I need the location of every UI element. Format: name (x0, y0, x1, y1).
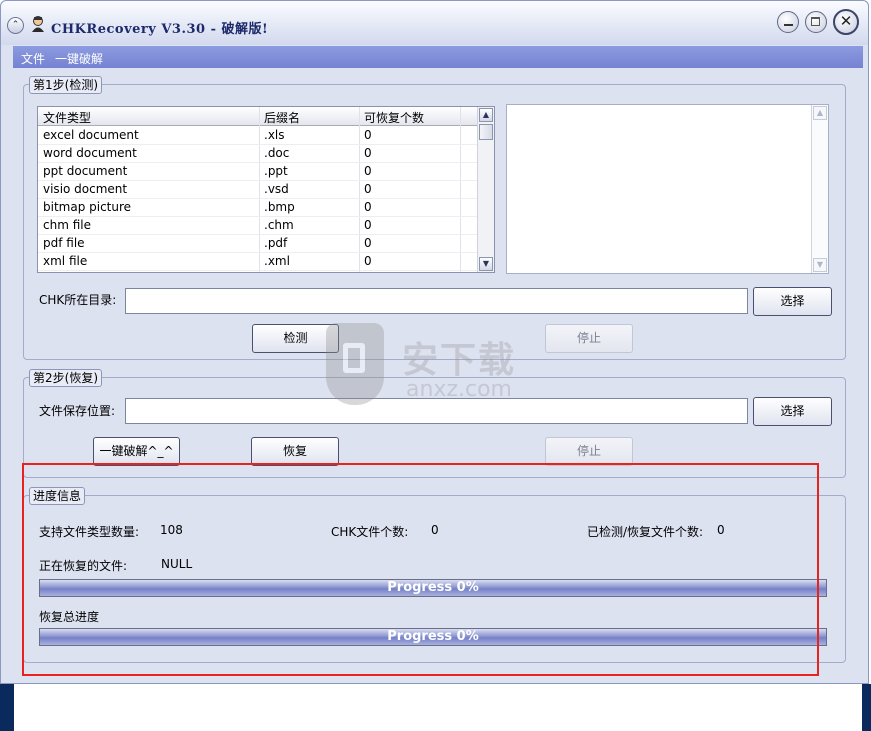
table-row[interactable]: chm file .chm 0 (38, 216, 478, 235)
cell-recoverable: 0 (364, 200, 372, 214)
table-row[interactable]: word document .doc 0 (38, 144, 478, 163)
list-scrollbar[interactable]: ▲ ▼ (477, 107, 494, 272)
cell-extension: .xml (264, 254, 290, 268)
save-location-browse-button[interactable]: 选择 (753, 397, 832, 426)
title-bar[interactable]: ⌃ CHKRecovery V3.30 - 破解版! ✕ (1, 1, 868, 45)
recover-button[interactable]: 恢复 (251, 437, 339, 466)
chk-count-label: CHK文件个数: (331, 525, 409, 539)
log-box[interactable]: ▲ ▼ (506, 104, 829, 274)
scroll-up-icon[interactable]: ▲ (479, 108, 493, 122)
cell-recoverable: 0 (364, 182, 372, 196)
background-stripe-right (862, 684, 871, 731)
cell-type: word document (43, 146, 137, 160)
watermark-shield-icon (326, 323, 384, 405)
background-stripe-left (0, 684, 14, 731)
table-row[interactable]: excel document .xls 0 (38, 126, 478, 145)
table-row[interactable]: pdf file .pdf 0 (38, 234, 478, 253)
progress-legend: 进度信息 (29, 487, 86, 505)
cell-recoverable: 0 (364, 236, 372, 250)
cell-type: ppt document (43, 164, 128, 178)
scroll-down-icon[interactable]: ▼ (479, 257, 493, 271)
app-window: ⌃ CHKRecovery V3.30 - 破解版! ✕ 文件 一键破解 第1步… (0, 0, 869, 684)
cell-extension: .bmp (264, 200, 295, 214)
detect-stop-button[interactable]: 停止 (545, 324, 633, 353)
cell-type: visio docment (43, 182, 128, 196)
minimize-button[interactable] (777, 11, 799, 33)
table-row[interactable]: xml file .xml 0 (38, 252, 478, 271)
watermark: 安下载 anxz.com (326, 323, 546, 409)
cell-type: pdf file (43, 236, 85, 250)
file-progress-bar: Progress 0% (39, 579, 827, 597)
minimize-icon (784, 24, 793, 26)
file-type-list[interactable]: 文件类型 后缀名 可恢复个数 excel document .xls 0 word d… (37, 106, 495, 273)
table-row[interactable]: visio docment .vsd 0 (38, 180, 478, 199)
cell-extension: .pdf (264, 236, 288, 250)
total-progress-label: 恢复总进度 (39, 610, 100, 624)
list-header: 文件类型 后缀名 可恢复个数 (38, 107, 478, 126)
cell-type: bitmap picture (43, 200, 132, 214)
cell-extension: .vsd (264, 182, 289, 196)
cell-type: excel document (43, 128, 139, 142)
chk-count-value: 0 (431, 523, 439, 537)
cell-type: xml file (43, 254, 88, 268)
chk-dir-label: CHK所在目录: (39, 293, 117, 307)
checked-count-label: 已检测/恢复文件个数: (587, 525, 704, 539)
watermark-subtext: anxz.com (406, 377, 512, 402)
cell-extension: .doc (264, 146, 290, 160)
watermark-text: 安下载 (402, 340, 517, 381)
app-icon (32, 16, 44, 32)
cell-extension: .chm (264, 218, 294, 232)
menu-one-click-crack[interactable]: 一键破解 (55, 50, 103, 67)
cell-recoverable: 0 (364, 218, 372, 232)
step1-legend: 第1步(检测) (29, 76, 102, 94)
one-click-crack-button[interactable]: 一键破解^_^ (93, 437, 180, 466)
total-progress-bar: Progress 0% (39, 628, 827, 646)
menu-bar: 文件 一键破解 (13, 46, 863, 68)
cell-recoverable: 0 (364, 164, 372, 178)
cell-type: chm file (43, 218, 91, 232)
cell-recoverable: 0 (364, 128, 372, 142)
close-button[interactable]: ✕ (833, 9, 859, 35)
scroll-down-icon[interactable]: ▼ (813, 258, 827, 272)
checked-count-value: 0 (717, 523, 725, 537)
cell-recoverable: 0 (364, 146, 372, 160)
close-icon: ✕ (839, 12, 853, 30)
system-menu-icon[interactable]: ⌃ (7, 17, 24, 34)
table-row[interactable]: ppt document .ppt 0 (38, 162, 478, 181)
current-file-label: 正在恢复的文件: (39, 559, 128, 573)
cell-recoverable: 0 (364, 254, 372, 268)
current-file-value: NULL (161, 557, 193, 571)
column-header-extension[interactable]: 后缀名 (264, 109, 300, 126)
supported-types-value: 108 (160, 523, 183, 537)
maximize-button[interactable] (805, 11, 827, 33)
log-scrollbar[interactable]: ▲ ▼ (811, 105, 828, 273)
cell-extension: .ppt (264, 164, 288, 178)
scroll-thumb[interactable] (479, 124, 493, 140)
step2-legend: 第2步(恢复) (29, 369, 102, 387)
table-row[interactable]: bitmap picture .bmp 0 (38, 198, 478, 217)
scroll-up-icon[interactable]: ▲ (813, 106, 827, 120)
window-title: CHKRecovery V3.30 - 破解版! (51, 22, 269, 37)
maximize-icon (811, 17, 820, 26)
recover-stop-button[interactable]: 停止 (545, 437, 633, 466)
chk-dir-input[interactable] (125, 288, 748, 314)
cell-extension: .xls (264, 128, 285, 142)
save-location-label: 文件保存位置: (39, 404, 116, 418)
menu-file[interactable]: 文件 (21, 50, 45, 67)
chk-dir-browse-button[interactable]: 选择 (753, 287, 832, 316)
column-header-type[interactable]: 文件类型 (43, 109, 91, 126)
column-header-recoverable[interactable]: 可恢复个数 (364, 109, 424, 126)
supported-types-label: 支持文件类型数量: (39, 525, 140, 539)
